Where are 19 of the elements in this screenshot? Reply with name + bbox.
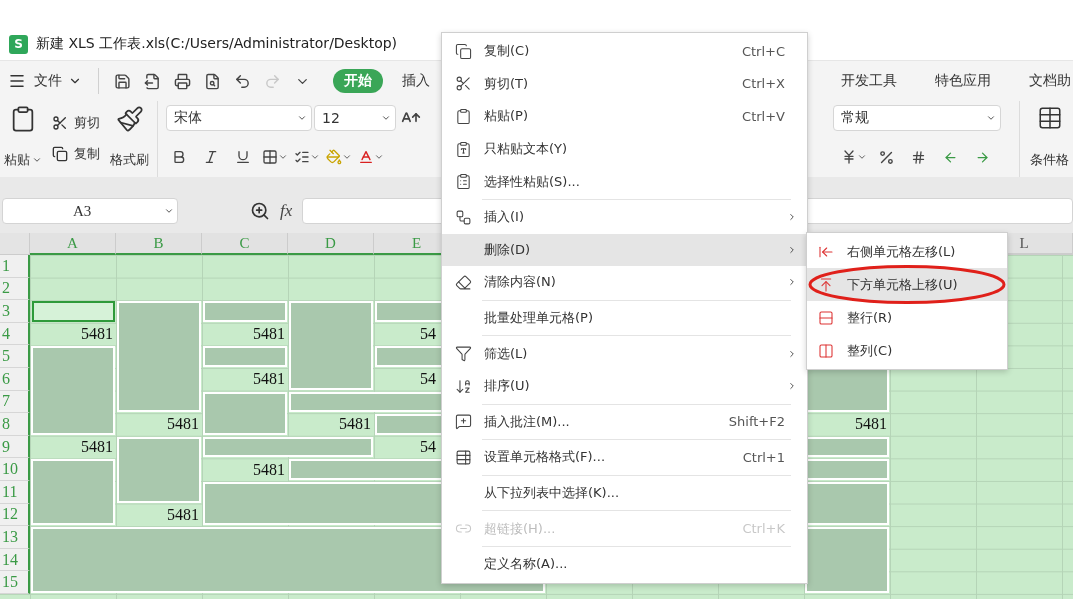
table-cell-text: 54	[419, 369, 437, 390]
app-logo: S	[9, 34, 28, 54]
table-cell-text: 54	[419, 437, 437, 458]
shortcut-label: Ctrl+V	[742, 109, 786, 124]
table-cell-text: 5481	[854, 414, 888, 435]
table-cell-text: 5481	[80, 437, 114, 458]
table-cell-text: 5481	[252, 324, 286, 345]
shortcut-label: Shift+F2	[728, 414, 786, 430]
table-cell-text: 5481	[166, 414, 200, 435]
table-cell-text: 5481	[166, 504, 200, 525]
shortcut-label: Ctrl+1	[742, 449, 786, 465]
shortcut-label: Ctrl+C	[741, 43, 786, 59]
table-cell-text: 5481	[252, 459, 286, 480]
table-cell-text: 5481	[80, 324, 114, 345]
table-cell-text: 5481	[338, 414, 372, 435]
window-title: 新建 XLS 工作表.xls(C:/Users/Administrator/Desktop)	[36, 35, 398, 53]
table-cell-text: 54	[419, 324, 437, 345]
table-cell-text: 5481	[252, 369, 286, 390]
shortcut-label: Ctrl+X	[742, 76, 786, 92]
